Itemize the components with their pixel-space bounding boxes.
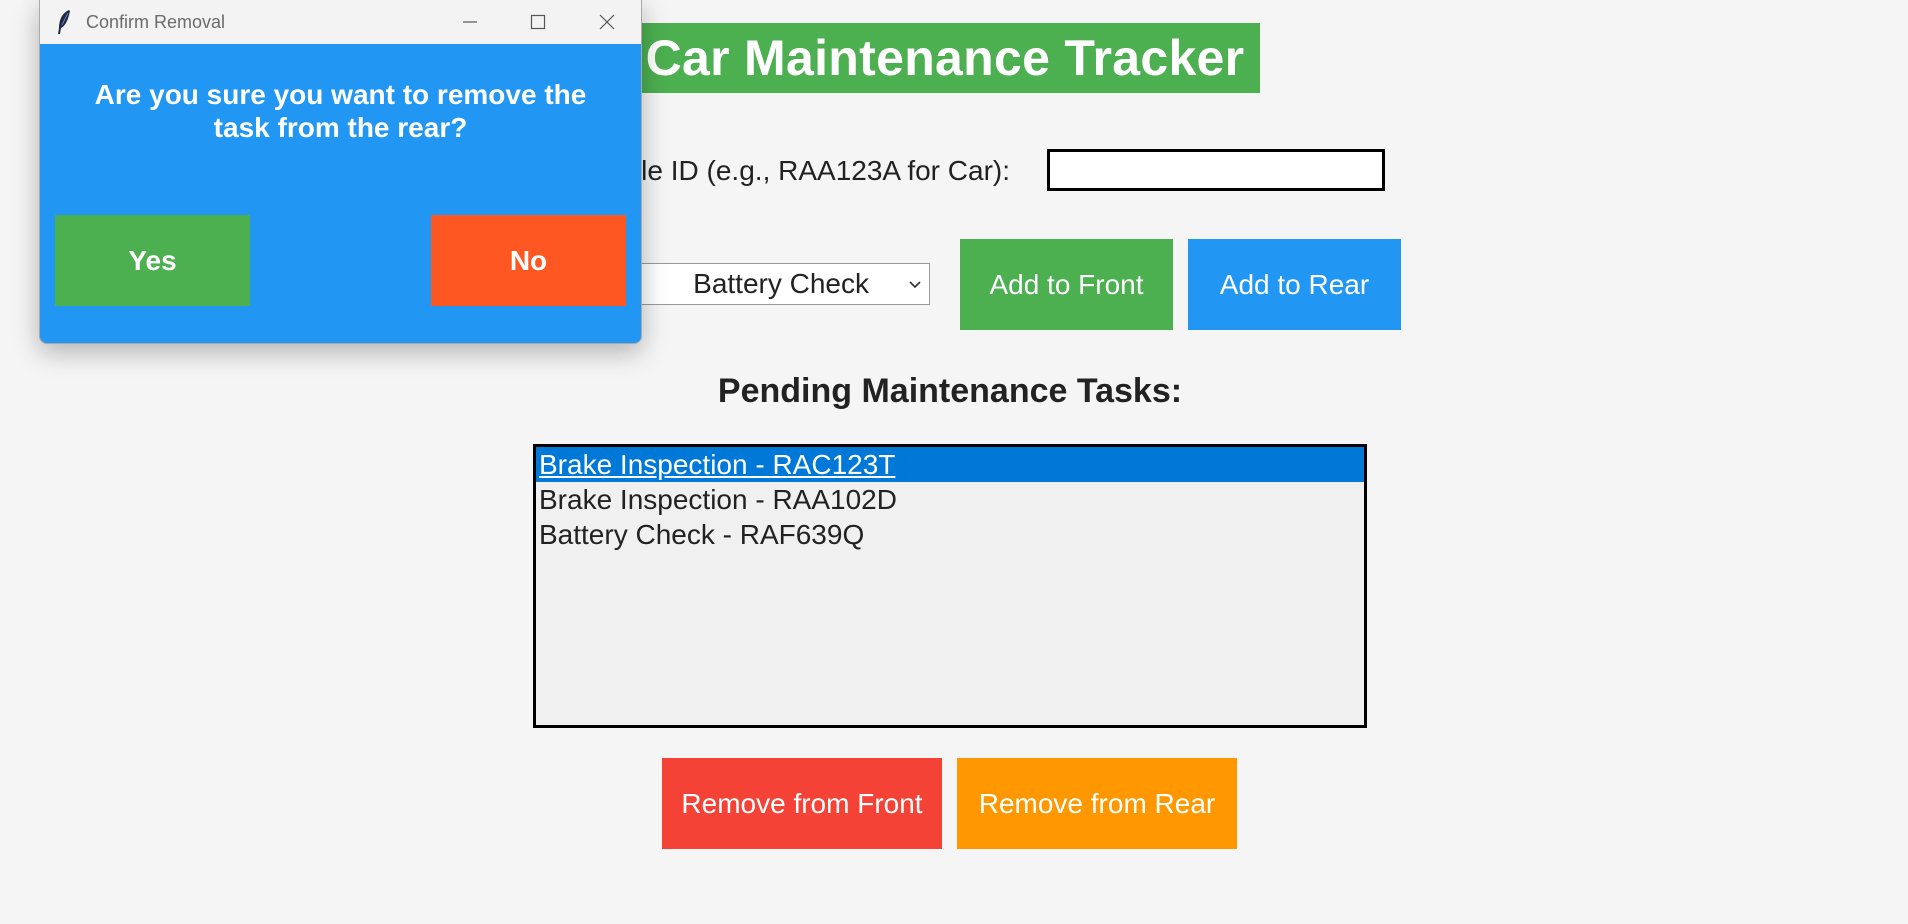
task-type-selected-value: Battery Check xyxy=(693,268,869,299)
no-button[interactable]: No xyxy=(431,215,626,306)
maximize-button[interactable] xyxy=(504,0,572,44)
maximize-icon xyxy=(530,14,546,30)
yes-button[interactable]: Yes xyxy=(55,215,250,306)
list-item[interactable]: Brake Inspection - RAC123T xyxy=(536,447,1364,482)
feather-icon xyxy=(58,10,70,34)
chevron-down-icon xyxy=(909,281,921,289)
remove-from-front-button[interactable]: Remove from Front xyxy=(662,758,942,849)
dialog-titlebar[interactable]: Confirm Removal xyxy=(40,0,641,44)
remove-from-rear-button[interactable]: Remove from Rear xyxy=(957,758,1237,849)
dialog-title: Confirm Removal xyxy=(86,12,226,32)
close-button[interactable] xyxy=(573,0,641,44)
list-item[interactable]: Brake Inspection - RAA102D xyxy=(536,482,1364,517)
close-icon xyxy=(599,14,615,30)
minimize-icon xyxy=(463,21,477,23)
minimize-button[interactable] xyxy=(436,0,504,44)
list-item[interactable]: Battery Check - RAF639Q xyxy=(536,517,1364,552)
add-to-front-button[interactable]: Add to Front xyxy=(960,239,1173,330)
dialog-message: Are you sure you want to remove the task… xyxy=(94,79,587,143)
confirm-removal-dialog: Confirm Removal Are you sure you want to… xyxy=(39,0,642,344)
app-title: Car Maintenance Tracker xyxy=(630,23,1260,93)
pending-tasks-heading: Pending Maintenance Tasks: xyxy=(717,372,1183,410)
vehicle-id-input[interactable] xyxy=(1047,149,1385,191)
pending-tasks-listbox[interactable]: Brake Inspection - RAC123T Brake Inspect… xyxy=(533,444,1367,728)
add-to-rear-button[interactable]: Add to Rear xyxy=(1188,239,1401,330)
